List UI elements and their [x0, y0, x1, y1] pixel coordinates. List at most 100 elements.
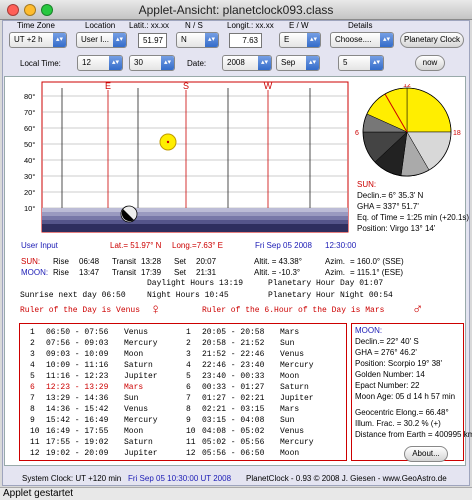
daylight-hours: Daylight Hours 13:19 [147, 279, 244, 288]
hour-number: 3 [30, 350, 35, 359]
minute-value: 30 [134, 58, 143, 67]
local-time-label: Local Time: [20, 59, 61, 68]
moon-transit-label: Transit [112, 268, 137, 277]
y-tick-50: 50° [24, 140, 35, 149]
moon-illumination: Illum. Frac. = 30.2 % (+) [355, 419, 441, 428]
mars-symbol: ♂ [412, 301, 424, 318]
hour-range: 14:36 - 15:42 [46, 405, 109, 414]
clock-hour-18: 18 [453, 130, 461, 137]
moon-distance: Distance from Earth = 400995 km [355, 430, 472, 439]
chevron-down-icon: ▴▾ [161, 56, 174, 70]
hour-number: 8 [30, 405, 35, 414]
sun-transit-label: Transit [112, 257, 137, 266]
timezone-value: UT +2 h [14, 35, 43, 44]
hour-range: 11:16 - 12:23 [46, 372, 109, 381]
sun-eq-of-time: Eq. of Time = 1:25 min (+20.1s) [357, 213, 470, 222]
moon-declination: Declin.= 22° 40' S [355, 337, 419, 346]
moon-set: 21:31 [196, 268, 217, 277]
hour-planet: Sun [124, 394, 139, 403]
night-hours: Night Hours 10:45 [147, 291, 229, 300]
hour-select[interactable]: 12 ▴▾ [77, 55, 123, 71]
hour-planet: Mercury [124, 416, 158, 425]
sun-set: 20:07 [196, 257, 217, 266]
planetary-clock-button[interactable]: Planetary Clock [400, 32, 464, 48]
about-button[interactable]: About... [404, 446, 448, 462]
hour-range: 05:56 - 06:50 [202, 449, 265, 458]
chevron-down-icon: ▴▾ [380, 33, 393, 47]
sky-chart: E S W 80° 70° 60° 50° 40° 30° 20° 10° [24, 81, 349, 233]
ew-select[interactable]: E ▴▾ [279, 32, 321, 48]
longitude-header: Longit.: xx.xx [227, 21, 274, 30]
hour-planet: Moon [280, 449, 300, 458]
system-clock-text: System Clock: UT +120 min [22, 474, 122, 483]
hour-number: 4 [186, 361, 191, 370]
hour-planet: Jupiter [280, 394, 314, 403]
timezone-select[interactable]: UT +2 h ▴▾ [9, 32, 67, 48]
sun-declination: Declin.= 6° 35.3' N [357, 191, 424, 200]
moon-position: Position: Scorpio 19° 38' [355, 359, 442, 368]
south-label: S [183, 81, 189, 91]
y-tick-70: 70° [24, 108, 35, 117]
ruler-of-day: Ruler of the Day is Venus [20, 306, 141, 315]
ns-header: N / S [185, 21, 203, 30]
moon-rise: 13:47 [79, 268, 100, 277]
hour-planet: Mercury [280, 438, 314, 447]
hour-range: 03:15 - 04:08 [202, 416, 265, 425]
moon-epact-number: Epact Number: 22 [355, 381, 420, 390]
hour-range: 01:27 - 02:21 [202, 394, 265, 403]
hour-planet: Venus [280, 350, 305, 359]
hour-range: 06:50 - 07:56 [46, 328, 109, 337]
hour-planet: Saturn [124, 361, 153, 370]
hour-range: 23:40 - 00:33 [202, 372, 265, 381]
moon-set-label: Set [174, 268, 187, 277]
hour-planet: Jupiter [124, 372, 158, 381]
user-longitude: Long.=7.63° E [172, 241, 224, 250]
latitude-input[interactable]: 51.97 [138, 33, 167, 48]
sun-position: Position: Virgo 13° 14' [357, 224, 436, 233]
hour-number: 12 [186, 449, 196, 458]
hour-number: 8 [186, 405, 191, 414]
sun-altitude: Altit. = 43.38° [254, 257, 302, 266]
hour-value: 12 [82, 58, 91, 67]
year-select[interactable]: 2008 ▴▾ [222, 55, 272, 71]
sun-info-header: SUN: [357, 180, 377, 189]
hour-number: 10 [186, 427, 196, 436]
hour-number: 5 [186, 372, 191, 381]
minute-select[interactable]: 30 ▴▾ [129, 55, 175, 71]
chevron-down-icon: ▴▾ [306, 56, 319, 70]
details-select[interactable]: Choose.... ▴▾ [330, 32, 394, 48]
user-input-label: User Input [21, 241, 58, 250]
month-select[interactable]: Sep ▴▾ [276, 55, 320, 71]
hour-range: 13:29 - 14:36 [46, 394, 109, 403]
hour-range: 21:52 - 22:46 [202, 350, 265, 359]
hour-planet: Moon [280, 372, 300, 381]
hour-range: 07:56 - 09:03 [46, 339, 109, 348]
hour-range: 02:21 - 03:15 [202, 405, 265, 414]
longitude-input[interactable]: 7.63 [229, 33, 262, 48]
hour-range: 20:05 - 20:58 [202, 328, 265, 337]
details-value: Choose.... [335, 35, 372, 44]
date-label: Date: [187, 59, 207, 68]
hour-range: 19:02 - 20:09 [46, 449, 109, 458]
moon-golden-number: Golden Number: 14 [355, 370, 425, 379]
hour-planet: Sun [280, 416, 295, 425]
hour-planet: Moon [124, 350, 144, 359]
hour-planet: Moon [124, 427, 144, 436]
month-value: Sep [281, 58, 296, 67]
now-button[interactable]: now [415, 55, 445, 71]
hour-range: 04:08 - 05:02 [202, 427, 265, 436]
ns-select[interactable]: N ▴▾ [176, 32, 219, 48]
ew-header: E / W [289, 21, 309, 30]
hour-planet: Mars [280, 405, 300, 414]
y-tick-40: 40° [24, 156, 35, 165]
hour-number: 4 [30, 361, 35, 370]
day-select[interactable]: 5 ▴▾ [338, 55, 384, 71]
location-header: Location [85, 21, 116, 30]
ruler-of-hour: Ruler of the 6.Hour of the Day is Mars [202, 306, 385, 315]
chevron-down-icon: ▴▾ [370, 56, 383, 70]
location-select[interactable]: User I... ▴▾ [76, 32, 127, 48]
clock-hour-12: 12 [403, 84, 411, 89]
chevron-down-icon: ▴▾ [205, 33, 218, 47]
hour-number: 9 [30, 416, 35, 425]
moon-altitude: Altit. = -10.3° [254, 268, 301, 277]
